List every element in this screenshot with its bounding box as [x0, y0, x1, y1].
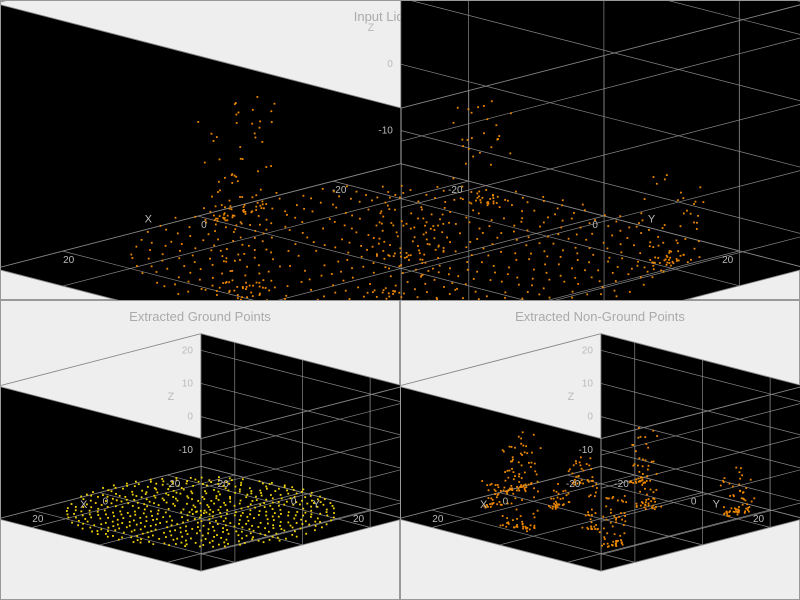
axes3d-input[interactable]: -20020-20020-1001020XYZ — [1, 1, 800, 301]
svg-text:20: 20 — [353, 514, 365, 525]
subplot-nonground-points[interactable]: Extracted Non-Ground Points -20020-20020… — [400, 300, 800, 600]
svg-text:10: 10 — [582, 378, 594, 389]
svg-text:Y: Y — [313, 499, 321, 511]
svg-text:Z: Z — [168, 391, 175, 403]
axes3d-ground[interactable]: -20 0 20 -20 0 20 -10 0 10 20 X Y Z — [1, 301, 401, 600]
svg-text:Z: Z — [367, 22, 374, 34]
svg-text:-20: -20 — [448, 185, 463, 196]
svg-text:20: 20 — [432, 514, 444, 525]
svg-text:20: 20 — [63, 255, 75, 266]
svg-text:-20: -20 — [214, 479, 229, 490]
svg-text:10: 10 — [382, 1, 394, 4]
svg-text:0: 0 — [592, 220, 598, 231]
subplot-ground-points[interactable]: Extracted Ground Points -20020-20020-100… — [0, 300, 400, 600]
svg-text:10: 10 — [182, 378, 194, 389]
svg-text:-20: -20 — [614, 479, 629, 490]
svg-text:0: 0 — [201, 220, 207, 231]
svg-text:-10: -10 — [378, 126, 393, 137]
svg-text:0: 0 — [187, 412, 193, 423]
svg-text:20: 20 — [722, 255, 734, 266]
subplot-input-lidar[interactable]: Input Lidar Data -20020-20020-1001020XYZ — [0, 0, 800, 300]
svg-text:-20: -20 — [166, 479, 181, 490]
svg-text:-10: -10 — [178, 445, 193, 456]
svg-text:X: X — [145, 214, 153, 226]
svg-text:-20: -20 — [566, 479, 581, 490]
figure-window: Input Lidar Data -20020-20020-1001020XYZ… — [0, 0, 800, 600]
svg-text:0: 0 — [103, 497, 109, 508]
svg-text:Y: Y — [713, 499, 721, 511]
svg-text:0: 0 — [587, 412, 593, 423]
svg-text:0: 0 — [291, 496, 297, 507]
svg-text:X: X — [80, 499, 88, 511]
svg-text:Y: Y — [648, 213, 656, 225]
svg-text:20: 20 — [582, 345, 594, 356]
svg-text:Z: Z — [568, 391, 575, 403]
svg-text:20: 20 — [753, 514, 765, 525]
axes3d-nonground[interactable]: -20 0 20 -20 0 20 -10 0 10 20 X Y Z — [401, 301, 800, 600]
svg-text:20: 20 — [182, 345, 194, 356]
svg-text:-20: -20 — [332, 185, 347, 196]
svg-text:0: 0 — [387, 59, 393, 70]
svg-text:-10: -10 — [578, 445, 593, 456]
svg-text:X: X — [480, 499, 488, 511]
svg-text:20: 20 — [32, 514, 44, 525]
svg-text:0: 0 — [503, 497, 509, 508]
svg-text:0: 0 — [691, 496, 697, 507]
